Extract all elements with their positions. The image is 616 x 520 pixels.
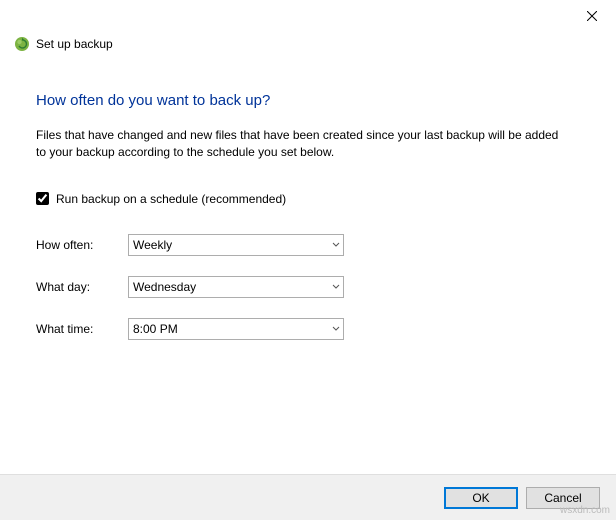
what-time-row: What time: 8:00 PM <box>36 318 580 340</box>
content-area: How often do you want to back up? Files … <box>0 52 616 340</box>
schedule-checkbox-label[interactable]: Run backup on a schedule (recommended) <box>56 192 286 206</box>
what-time-select-wrap: 8:00 PM <box>128 318 344 340</box>
what-day-select-wrap: Wednesday <box>128 276 344 298</box>
schedule-checkbox-row: Run backup on a schedule (recommended) <box>36 192 580 206</box>
what-day-select[interactable]: Wednesday <box>128 276 344 298</box>
titlebar <box>0 0 616 30</box>
description-text: Files that have changed and new files th… <box>36 127 566 162</box>
ok-button[interactable]: OK <box>444 487 518 509</box>
backup-app-icon <box>14 36 30 52</box>
what-time-label: What time: <box>36 322 128 336</box>
how-often-label: How often: <box>36 238 128 252</box>
close-icon <box>587 11 597 21</box>
cancel-button[interactable]: Cancel <box>526 487 600 509</box>
what-day-label: What day: <box>36 280 128 294</box>
how-often-select[interactable]: Weekly <box>128 234 344 256</box>
window-title: Set up backup <box>36 37 113 51</box>
button-bar: OK Cancel <box>0 474 616 520</box>
what-time-select[interactable]: 8:00 PM <box>128 318 344 340</box>
what-day-row: What day: Wednesday <box>36 276 580 298</box>
page-heading: How often do you want to back up? <box>36 92 580 109</box>
schedule-checkbox[interactable] <box>36 192 49 205</box>
how-often-row: How often: Weekly <box>36 234 580 256</box>
how-often-select-wrap: Weekly <box>128 234 344 256</box>
window-header: Set up backup <box>0 30 616 52</box>
close-button[interactable] <box>582 6 602 26</box>
